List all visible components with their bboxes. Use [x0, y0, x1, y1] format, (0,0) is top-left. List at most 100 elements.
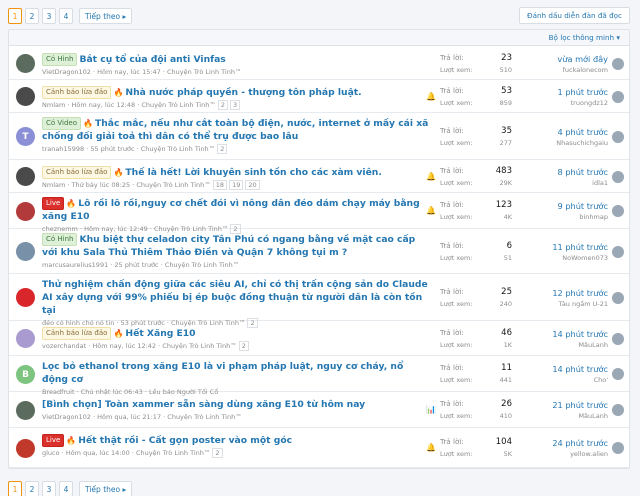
smart-filter-button[interactable]: Bộ lọc thông minh ▾ — [549, 33, 620, 42]
thread-start-time[interactable]: Thứ bảy lúc 08:25 — [72, 181, 131, 189]
page-3-button[interactable]: 3 — [42, 8, 56, 24]
author-avatar[interactable] — [16, 288, 35, 307]
latest-post-user[interactable]: MâuLanh — [518, 411, 608, 421]
thread-prefix-label[interactable]: Có Video — [42, 117, 82, 130]
page-3-button[interactable]: 3 — [42, 481, 56, 496]
author-avatar[interactable] — [16, 202, 35, 221]
thread-page-link[interactable]: 20 — [245, 180, 260, 190]
thread-forum[interactable]: Chuyện Trò Linh Tinh™ — [141, 101, 215, 109]
thread-author[interactable]: Nmlam — [42, 181, 65, 189]
latest-post-time[interactable]: 1 phút trước — [518, 86, 608, 98]
author-avatar[interactable] — [16, 167, 35, 186]
author-avatar[interactable]: T — [16, 127, 35, 146]
thread-forum[interactable]: Chuyện Trò Linh Tinh™ — [167, 68, 241, 76]
thread-start-time[interactable]: Hôm nay, lúc 12:48 — [72, 101, 136, 109]
latest-user-avatar[interactable] — [612, 58, 624, 70]
thread-title-link[interactable]: Thế là hết! Lời khuyên sinh tồn cho các … — [125, 167, 381, 178]
latest-post-user[interactable]: binhmap — [518, 212, 608, 222]
thread-author[interactable]: vozerchandat — [42, 342, 86, 350]
thread-title-link[interactable]: Hết Xăng E10 — [125, 328, 195, 339]
thread-author[interactable]: marcusaurelius1991 — [42, 261, 108, 269]
author-avatar[interactable] — [16, 242, 35, 261]
author-avatar[interactable] — [16, 329, 35, 348]
thread-author[interactable]: VietDragon102 — [42, 413, 91, 421]
latest-user-avatar[interactable] — [612, 205, 624, 217]
latest-post-time[interactable]: 14 phút trước — [518, 328, 608, 340]
page-2-button[interactable]: 2 — [25, 8, 39, 24]
thread-prefix-label[interactable]: Cảnh báo lừa đảo — [42, 327, 112, 340]
latest-user-avatar[interactable] — [612, 131, 624, 143]
next-page-button[interactable]: Tiếp theo ▸ — [79, 8, 133, 24]
latest-post-user[interactable]: MâuLanh — [518, 340, 608, 350]
latest-post-time[interactable]: 21 phút trước — [518, 399, 608, 411]
thread-forum[interactable]: Chuyện Trò Linh Tinh™ — [136, 181, 210, 189]
latest-post-time[interactable]: 8 phút trước — [518, 166, 608, 178]
latest-user-avatar[interactable] — [612, 404, 624, 416]
latest-post-user[interactable]: idla1 — [518, 178, 608, 188]
thread-page-link[interactable]: 2 — [212, 448, 223, 458]
latest-user-avatar[interactable] — [612, 246, 624, 258]
author-avatar[interactable]: B — [16, 365, 35, 384]
next-page-button[interactable]: Tiếp theo ▸ — [79, 481, 133, 496]
latest-user-avatar[interactable] — [612, 171, 624, 183]
latest-post-user[interactable]: truongdz12 — [518, 98, 608, 108]
thread-prefix-label[interactable]: Live — [42, 197, 65, 210]
thread-start-time[interactable]: 55 phút trước — [90, 145, 134, 153]
latest-post-user[interactable]: Cho' — [518, 375, 608, 385]
thread-title-link[interactable]: Bắt cụ tổ của đội anti Vinfas — [79, 54, 225, 65]
thread-title-link[interactable]: [Bình chọn] Toàn xammer sẵn sàng dùng xă… — [42, 399, 365, 410]
thread-prefix-label[interactable]: Cảnh báo lừa đảo — [42, 166, 112, 179]
thread-title-link[interactable]: Hết thật rồi - Cất gọn poster vào một gó… — [78, 435, 292, 446]
thread-author[interactable]: Nmlam — [42, 101, 65, 109]
thread-forum[interactable]: Chuyện Trò Linh Tinh™ — [136, 449, 210, 457]
latest-user-avatar[interactable] — [612, 333, 624, 345]
thread-page-link[interactable]: 18 — [212, 180, 228, 190]
thread-title-link[interactable]: Thắc mắc, nếu như cắt toàn bộ điện, nước… — [42, 118, 428, 142]
thread-page-link[interactable]: 2 — [238, 341, 249, 351]
latest-post-time[interactable]: 24 phút trước — [518, 437, 608, 449]
author-avatar[interactable] — [16, 439, 35, 458]
thread-start-time[interactable]: 25 phút trước — [114, 261, 158, 269]
thread-start-time[interactable]: Hôm nay, lúc 12:42 — [92, 342, 156, 350]
latest-user-avatar[interactable] — [612, 442, 624, 454]
latest-post-time[interactable]: 14 phút trước — [518, 363, 608, 375]
author-avatar[interactable] — [16, 87, 35, 106]
page-4-button[interactable]: 4 — [59, 481, 73, 496]
latest-post-user[interactable]: Tàu ngầm U-21 — [518, 299, 608, 309]
thread-title-link[interactable]: Lô rồi lô rồi,nguy cơ chết đói vì nông d… — [42, 198, 420, 222]
latest-user-avatar[interactable] — [612, 91, 624, 103]
thread-author[interactable]: tranah15998 — [42, 145, 84, 153]
author-avatar[interactable] — [16, 401, 35, 420]
page-1-button[interactable]: 1 — [8, 8, 22, 24]
page-2-button[interactable]: 2 — [25, 481, 39, 496]
thread-forum[interactable]: Chuyện Trò Linh Tinh™ — [167, 413, 241, 421]
page-4-button[interactable]: 4 — [59, 8, 73, 24]
thread-forum[interactable]: Chuyện Trò Linh Tinh™ — [165, 261, 239, 269]
thread-title-link[interactable]: Lọc bỏ ethanol trong xăng E10 là vi phạm… — [42, 361, 403, 385]
latest-post-time[interactable]: 9 phút trước — [518, 200, 608, 212]
thread-author[interactable]: VietDragon102 — [42, 68, 91, 76]
thread-title-link[interactable]: Khu biệt thự celadon city Tân Phú có nga… — [42, 234, 415, 258]
latest-post-user[interactable]: Nhasuchichgaiu — [518, 138, 608, 148]
latest-post-user[interactable]: NoWomen073 — [518, 253, 608, 263]
thread-prefix-label[interactable]: Live — [42, 434, 65, 447]
thread-title-link[interactable]: Nhà nước pháp quyền - thượng tôn pháp lu… — [125, 87, 361, 98]
latest-post-time[interactable]: 11 phút trước — [518, 241, 608, 253]
latest-user-avatar[interactable] — [612, 292, 624, 304]
thread-author[interactable]: gluco — [42, 449, 60, 457]
author-avatar[interactable] — [16, 54, 35, 73]
latest-post-time[interactable]: 12 phút trước — [518, 287, 608, 299]
latest-post-user[interactable]: fuckalonecom — [518, 65, 608, 75]
thread-start-time[interactable]: Hôm nay, lúc 15:47 — [97, 68, 161, 76]
latest-post-time[interactable]: 4 phút trước — [518, 126, 608, 138]
thread-prefix-label[interactable]: Có Hình — [42, 233, 78, 246]
thread-page-link[interactable]: 19 — [229, 180, 244, 190]
thread-start-time[interactable]: Hôm qua, lúc 21:17 — [97, 413, 161, 421]
latest-post-time[interactable]: vừa mới đây — [518, 53, 608, 65]
latest-post-user[interactable]: yellow.alien — [518, 449, 608, 459]
thread-title-link[interactable]: Thử nghiệm chấn động giữa các siêu AI, c… — [42, 279, 428, 316]
page-1-button[interactable]: 1 — [8, 481, 22, 496]
thread-page-link[interactable]: 2 — [217, 100, 228, 110]
thread-start-time[interactable]: Hôm qua, lúc 14:00 — [66, 449, 130, 457]
thread-forum[interactable]: Chuyện Trò Linh Tinh™ — [162, 342, 236, 350]
